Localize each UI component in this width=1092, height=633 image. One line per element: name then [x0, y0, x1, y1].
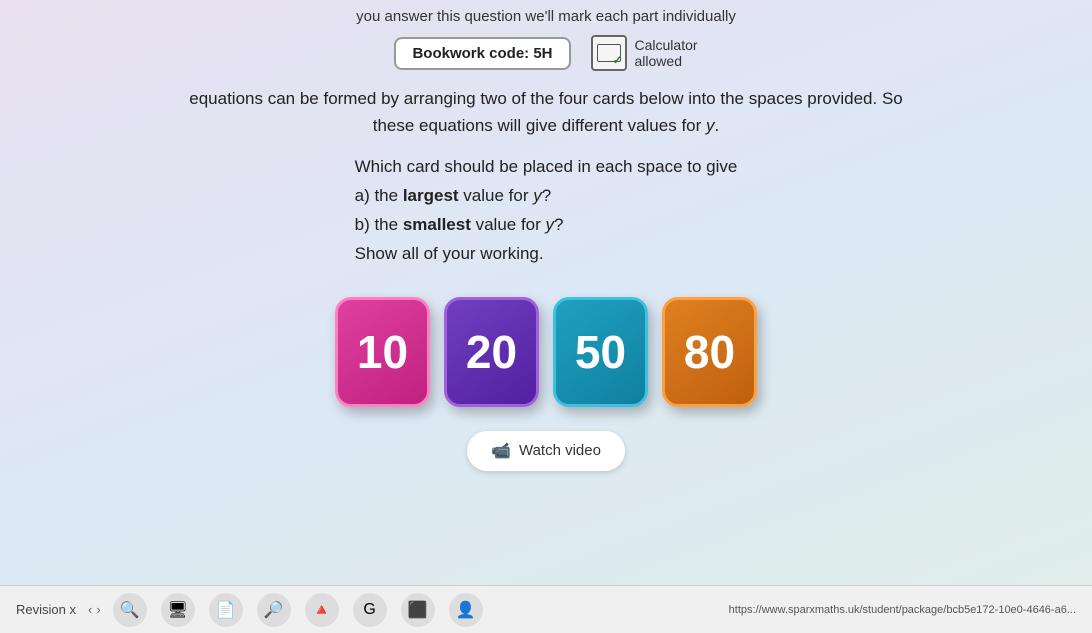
- calculator-label: Calculator allowed: [635, 37, 698, 69]
- bottom-icons: 🔍 🖥 📄 🔎 🔺 G ⬛ 👤: [113, 593, 483, 627]
- monitor-icon-btn[interactable]: 🖥: [161, 593, 195, 627]
- checkmark-icon: ✓: [612, 53, 622, 67]
- search-icon-btn[interactable]: 🔍: [113, 593, 147, 627]
- watch-video-button[interactable]: 📹 Watch video: [467, 431, 625, 471]
- part-b: b) the smallest value for y?: [355, 211, 738, 240]
- card-50[interactable]: 50: [553, 297, 648, 407]
- bookwork-badge: Bookwork code: 5H: [394, 37, 570, 70]
- magnify-icon-btn[interactable]: 🔎: [257, 593, 291, 627]
- calculator-badge: ✓ Calculator allowed: [591, 35, 698, 71]
- revision-label: Revision x: [16, 602, 76, 617]
- nav-arrows[interactable]: ‹ ›: [88, 602, 101, 617]
- card-20[interactable]: 20: [444, 297, 539, 407]
- card-10[interactable]: 10: [335, 297, 430, 407]
- calculator-icon: ✓: [591, 35, 627, 71]
- main-content: equations can be formed by arranging two…: [0, 85, 1092, 269]
- card-80[interactable]: 80: [662, 297, 757, 407]
- cards-row: 10 20 50 80: [0, 297, 1092, 407]
- nav-forward-arrow[interactable]: ›: [96, 602, 100, 617]
- question-block: Which card should be placed in each spac…: [355, 153, 738, 269]
- intro-line2: these equations will give different valu…: [40, 112, 1052, 139]
- intro-line1: equations can be formed by arranging two…: [40, 85, 1052, 112]
- url-display: https://www.sparxmaths.uk/student/packag…: [729, 604, 1076, 616]
- top-notice: you answer this question we'll mark each…: [0, 0, 1092, 25]
- part-show: Show all of your working.: [355, 240, 738, 269]
- question-prompt: Which card should be placed in each spac…: [355, 153, 738, 182]
- bottom-bar: Revision x ‹ › 🔍 🖥 📄 🔎 🔺 G ⬛ 👤 https://w…: [0, 585, 1092, 633]
- nav-back-arrow[interactable]: ‹: [88, 602, 92, 617]
- circle-g-icon-btn[interactable]: G: [353, 593, 387, 627]
- video-icon: 📹: [491, 441, 511, 461]
- document-icon-btn[interactable]: 📄: [209, 593, 243, 627]
- part-a: a) the largest value for y?: [355, 182, 738, 211]
- bottom-left: Revision x ‹ › 🔍 🖥 📄 🔎 🔺 G ⬛ 👤: [16, 593, 483, 627]
- square-icon-btn[interactable]: ⬛: [401, 593, 435, 627]
- triangle-icon-btn[interactable]: 🔺: [305, 593, 339, 627]
- person-icon-btn[interactable]: 👤: [449, 593, 483, 627]
